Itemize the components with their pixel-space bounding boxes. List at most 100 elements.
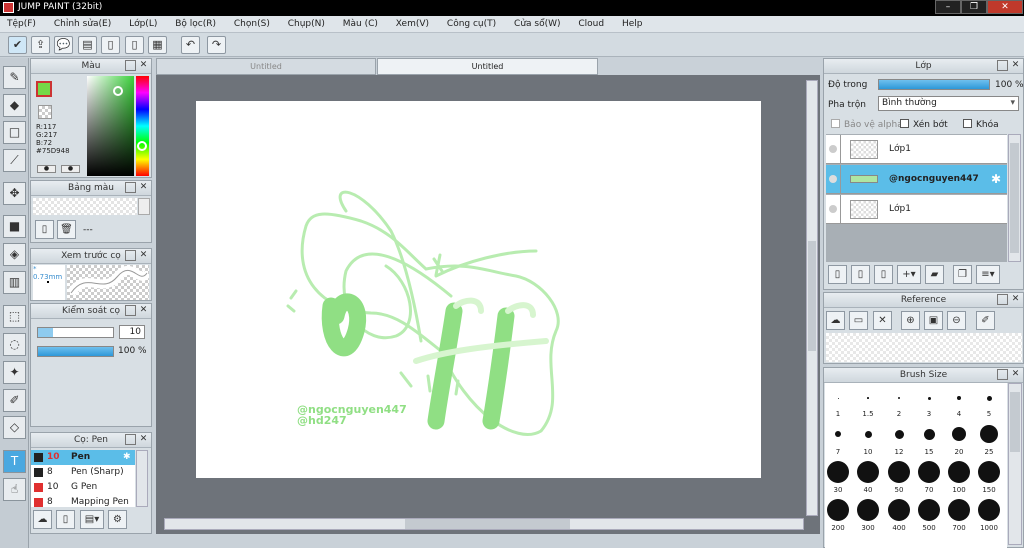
- line-tool-icon[interactable]: ⟋: [3, 149, 26, 172]
- reference-view[interactable]: [826, 333, 1022, 362]
- delete-swatch-icon[interactable]: 🗑: [57, 220, 76, 239]
- gradient-tool-icon[interactable]: ▥: [3, 271, 26, 294]
- saturation-value-picker[interactable]: [87, 76, 134, 176]
- close-icon[interactable]: ✕: [138, 250, 149, 261]
- menu-capture[interactable]: Chụp(N): [288, 16, 325, 33]
- close-icon[interactable]: ✕: [1010, 369, 1021, 380]
- close-icon[interactable]: ✕: [138, 182, 149, 193]
- page-icon[interactable]: ▯: [101, 36, 120, 54]
- layer-row[interactable]: @ngocnguyen447 ✱: [826, 165, 1007, 194]
- new-layer-icon[interactable]: ▯: [828, 265, 847, 284]
- menu-file[interactable]: Tệp(F): [7, 16, 36, 33]
- zoom-out-icon[interactable]: ⊖: [947, 311, 966, 330]
- select-eraser-icon[interactable]: ◇: [3, 416, 26, 439]
- eraser-tool-icon[interactable]: ◆: [3, 94, 26, 117]
- canvas-vertical-scrollbar[interactable]: [806, 80, 818, 516]
- transparent-swatch[interactable]: [38, 105, 52, 119]
- restore-button[interactable]: ❐: [961, 0, 987, 14]
- float-icon[interactable]: [125, 60, 136, 71]
- add-layer-menu-icon[interactable]: +▾: [897, 265, 921, 284]
- lock-checkbox[interactable]: Khóa: [963, 119, 999, 130]
- foreground-color-swatch[interactable]: [36, 81, 52, 97]
- close-icon[interactable]: ✕: [1010, 60, 1021, 71]
- cloud-sync-icon[interactable]: ✔: [8, 36, 27, 54]
- eye-icon[interactable]: [829, 175, 837, 183]
- new-layer-copy-icon[interactable]: ▯: [851, 265, 870, 284]
- shape-tool-icon[interactable]: □: [3, 121, 26, 144]
- close-reference-icon[interactable]: ✕: [873, 311, 892, 330]
- tab-untitled-1[interactable]: Untitled: [156, 58, 376, 75]
- open-folder-icon[interactable]: ▭: [849, 311, 868, 330]
- layer-folder-icon[interactable]: ▰: [925, 265, 944, 284]
- color-swap-button[interactable]: ●: [61, 165, 80, 173]
- close-icon[interactable]: ✕: [1010, 294, 1021, 305]
- settings-gear-icon[interactable]: ✱: [123, 450, 131, 465]
- layer-row[interactable]: Lớp1: [826, 135, 1007, 164]
- bucket-tool-icon[interactable]: ◈: [3, 243, 26, 266]
- color-mode-button[interactable]: ●: [37, 165, 56, 173]
- zoom-in-icon[interactable]: ⊕: [901, 311, 920, 330]
- move-tool-icon[interactable]: ✥: [3, 182, 26, 205]
- clip-checkbox[interactable]: Xén bớt: [900, 119, 948, 130]
- brush-copy-icon[interactable]: ▤▾: [80, 510, 104, 529]
- hand-tool-icon[interactable]: ☝: [3, 478, 26, 501]
- pen-list-scrollbar[interactable]: [136, 450, 148, 507]
- float-icon[interactable]: [997, 60, 1008, 71]
- comment-icon[interactable]: 💬: [54, 36, 73, 54]
- protect-alpha-checkbox[interactable]: Bảo vệ alpha: [831, 119, 903, 130]
- canvas-horizontal-scrollbar[interactable]: [164, 518, 804, 530]
- brush-tool-icon[interactable]: ✎: [3, 66, 26, 89]
- float-icon[interactable]: [997, 294, 1008, 305]
- grid-icon[interactable]: ▦: [148, 36, 167, 54]
- layer-opacity-slider[interactable]: [878, 79, 990, 90]
- menu-filter[interactable]: Bộ lọc(R): [175, 16, 216, 33]
- hue-slider[interactable]: [136, 76, 149, 176]
- page-add-icon[interactable]: ▯: [125, 36, 144, 54]
- color-picker-handle[interactable]: [113, 86, 123, 96]
- close-button[interactable]: ✕: [987, 0, 1023, 14]
- close-icon[interactable]: ✕: [138, 434, 149, 445]
- brush-size-slider[interactable]: [37, 327, 114, 338]
- close-icon[interactable]: ✕: [138, 60, 149, 71]
- magic-wand-icon[interactable]: ✦: [3, 361, 26, 384]
- new-layer-8bit-icon[interactable]: ▯: [874, 265, 893, 284]
- eyedropper-icon[interactable]: ✐: [976, 311, 995, 330]
- fit-screen-icon[interactable]: ▣: [924, 311, 943, 330]
- menu-select[interactable]: Chọn(S): [234, 16, 270, 33]
- menu-edit[interactable]: Chỉnh sửa(E): [54, 16, 111, 33]
- redo-icon[interactable]: ↷: [207, 36, 226, 54]
- menu-layer[interactable]: Lớp(L): [129, 16, 157, 33]
- brush-add-icon[interactable]: ☁: [33, 510, 52, 529]
- menu-help[interactable]: Help: [622, 16, 643, 33]
- brush-opacity-slider[interactable]: [37, 346, 114, 357]
- layer-row[interactable]: Lớp1: [826, 195, 1007, 224]
- float-icon[interactable]: [997, 369, 1008, 380]
- eye-icon[interactable]: [829, 205, 837, 213]
- blend-mode-select[interactable]: Bình thường ▾: [878, 96, 1019, 111]
- brush-size-input[interactable]: 10: [119, 325, 145, 339]
- layer-more-menu-icon[interactable]: ≡▾: [976, 265, 1000, 284]
- menu-cloud[interactable]: Cloud: [578, 16, 604, 33]
- brush-settings-icon[interactable]: ⚙: [108, 510, 127, 529]
- undo-icon[interactable]: ↶: [181, 36, 200, 54]
- menu-color[interactable]: Màu (C): [343, 16, 378, 33]
- eye-icon[interactable]: [829, 145, 837, 153]
- settings-gear-icon[interactable]: ✱: [991, 172, 1001, 186]
- menu-window[interactable]: Cửa sổ(W): [514, 16, 560, 33]
- float-icon[interactable]: [125, 434, 136, 445]
- brush-new-icon[interactable]: ▯: [56, 510, 75, 529]
- share-icon[interactable]: ⇪: [31, 36, 50, 54]
- float-icon[interactable]: [125, 182, 136, 193]
- duplicate-layer-icon[interactable]: ❐: [953, 265, 972, 284]
- cloud-download-icon[interactable]: ☁: [826, 311, 845, 330]
- pen-item[interactable]: 10 G Pen: [31, 480, 135, 495]
- drawing-canvas[interactable]: @ngocnguyen447 @hd247: [196, 101, 761, 478]
- swatch-grid[interactable]: [33, 198, 137, 215]
- layer-list-scrollbar[interactable]: [1008, 134, 1021, 262]
- hue-handle[interactable]: [137, 141, 147, 151]
- swatch-scrollbar[interactable]: [138, 198, 150, 215]
- lasso-select-icon[interactable]: ◌: [3, 333, 26, 356]
- tab-untitled-2[interactable]: Untitled: [377, 58, 598, 75]
- rect-select-icon[interactable]: ⬚: [3, 305, 26, 328]
- menu-view[interactable]: Xem(V): [396, 16, 429, 33]
